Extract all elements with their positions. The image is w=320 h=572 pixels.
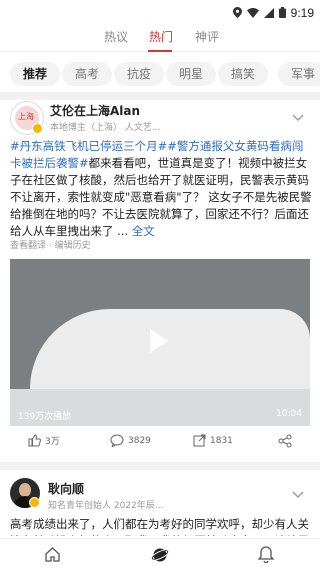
signal-icon <box>263 3 274 22</box>
network-share-icon <box>278 434 292 448</box>
status-bar: 9:19 <box>0 0 320 20</box>
category-chips: 推荐 高考 抗疫 明星 搞笑 军事 <box>0 60 320 88</box>
like-button[interactable]: 3万 <box>28 434 60 447</box>
location-icon <box>232 3 242 22</box>
edit-history-link[interactable]: 编辑历史 <box>55 241 91 251</box>
share-count: 1831 <box>210 435 233 446</box>
more-share-button[interactable] <box>278 434 292 448</box>
author-description: 本地博主（上海） 人文艺... <box>50 123 161 133</box>
video-play-count: 139万次播放 <box>18 412 72 422</box>
author-description: 知名青年创始人 2022年辰... <box>48 501 164 511</box>
thumbs-up-icon <box>28 434 41 447</box>
comment-button[interactable]: 3829 <box>110 434 151 447</box>
tab-top-comments[interactable]: 神评 <box>195 28 219 45</box>
divider <box>0 92 320 100</box>
video-duration: 10:04 <box>276 409 302 419</box>
avatar-face <box>19 483 31 497</box>
home-icon[interactable] <box>44 546 61 567</box>
status-time: 9:19 <box>290 5 314 20</box>
share-icon <box>193 434 206 447</box>
read-more-link[interactable]: 全文 <box>132 224 155 238</box>
chevron-down-icon[interactable] <box>292 484 304 503</box>
verified-badge-icon <box>29 497 40 508</box>
chip-funny[interactable]: 搞笑 <box>218 62 268 86</box>
translate-link[interactable]: 查看翻译 <box>10 241 46 251</box>
tab-hot-discussion[interactable]: 热议 <box>104 28 128 45</box>
share-button[interactable]: 1831 <box>193 434 233 447</box>
bottom-navigation <box>0 538 320 572</box>
chip-gaokao[interactable]: 高考 <box>62 62 112 86</box>
tab-popular[interactable]: 热门 <box>149 28 173 45</box>
avatar-text: 上海 <box>18 112 34 121</box>
post-author-row: 耿向顺 知名青年创始人 2022年辰... <box>10 478 310 514</box>
author-name[interactable]: 艾伦在上海Alan <box>50 102 140 119</box>
chip-anti-epidemic[interactable]: 抗疫 <box>114 62 164 86</box>
discover-planet-icon[interactable] <box>150 546 170 568</box>
chevron-down-icon[interactable] <box>292 107 304 126</box>
comment-icon <box>110 434 124 447</box>
video-player[interactable]: 139万次播放 10:04 <box>10 259 310 426</box>
post-author-row: 上海 艾伦在上海Alan 本地博主（上海） 人文艺... <box>10 101 310 137</box>
post-body: #丹东高铁飞机已停运三个月##警方通报父女黄码看病闯卡被拦后袭警#都来看看吧，世… <box>10 138 312 240</box>
divider <box>0 462 320 470</box>
post-body: 高考成绩出来了，人们都在为考好的同学欢呼，却少有人关注和鼓励没考好的人，那我用我… <box>10 517 309 536</box>
battery-icon <box>278 3 286 22</box>
like-count: 3万 <box>45 437 60 447</box>
play-icon[interactable] <box>150 329 168 353</box>
post-action-bar: 3万 3829 1831 <box>10 434 310 454</box>
chip-celebrity[interactable]: 明星 <box>166 62 216 86</box>
comment-count: 3829 <box>128 435 151 446</box>
post-meta-links: 查看翻译 · 编辑历史 <box>10 238 91 251</box>
chip-recommended[interactable]: 推荐 <box>10 62 60 86</box>
top-tabs: 热议 热门 神评 <box>0 22 320 52</box>
chip-military[interactable]: 军事 <box>278 62 320 86</box>
wifi-icon <box>246 3 259 22</box>
verified-badge-icon <box>32 123 43 134</box>
hashtag-link[interactable]: #丹东高铁飞机已停运三个月# <box>10 139 167 153</box>
active-tab-indicator <box>148 50 172 52</box>
notification-bell-icon[interactable] <box>257 546 275 567</box>
author-name[interactable]: 耿向顺 <box>48 480 84 497</box>
